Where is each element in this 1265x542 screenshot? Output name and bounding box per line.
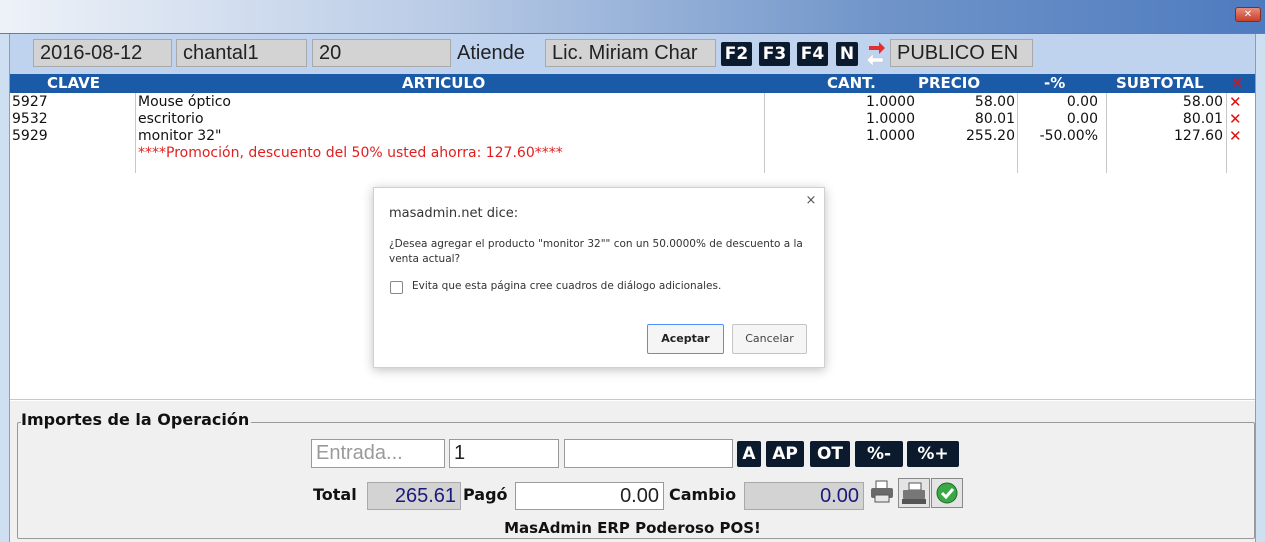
confirm-sale-icon[interactable]	[931, 478, 963, 508]
cell-discount: 0.00	[1066, 94, 1098, 110]
window-frame-right	[1255, 34, 1265, 542]
cell-subtotal: 127.60	[1174, 128, 1223, 144]
cambio-value: 0.00	[744, 482, 864, 510]
column-header-articulo: ARTICULO	[402, 74, 486, 92]
confirm-dialog: masadmin.net dice: × ¿Desea agregar el p…	[373, 187, 825, 368]
pago-input[interactable]: 0.00	[515, 482, 664, 510]
cell-subtotal: 58.00	[1182, 94, 1223, 110]
column-header-cant: CANT.	[827, 74, 876, 92]
ap-button[interactable]: AP	[766, 441, 804, 467]
cell-subtotal: 80.01	[1182, 111, 1223, 127]
f2-key-button[interactable]: F2	[721, 42, 752, 66]
f3-key-button[interactable]: F3	[759, 42, 790, 66]
table-row[interactable]: 5927 Mouse óptico 1.0000 58.00 0.00 58.0…	[10, 94, 1255, 111]
items-grid-header: CLAVE ARTICULO CANT. PRECIO -% SUBTOTAL …	[10, 74, 1255, 93]
total-label: Total	[313, 485, 357, 504]
attendant-field[interactable]: Lic. Miriam Char	[545, 39, 716, 67]
dialog-close-icon[interactable]: ×	[804, 194, 818, 208]
cash-register-icon[interactable]	[898, 478, 930, 508]
column-header-precio: PRECIO	[918, 74, 981, 92]
promo-message: ****Promoción, descuento del 50% usted a…	[138, 145, 563, 161]
date-field[interactable]: 2016-08-12	[33, 39, 172, 67]
column-header-subtotal: SUBTOTAL	[1116, 74, 1204, 92]
pago-label: Pagó	[463, 485, 508, 504]
a-button[interactable]: A	[737, 441, 761, 467]
dialog-message: ¿Desea agregar el producto "monitor 32""…	[389, 238, 803, 265]
swap-customer-icon[interactable]	[865, 38, 887, 68]
sale-header-bar: 2016-08-12 chantal1 20 Atiende Lic. Miri…	[10, 34, 1255, 74]
window-close-button[interactable]: ✕	[1235, 7, 1261, 22]
delete-row-icon[interactable]: ✕	[1229, 111, 1242, 128]
table-row[interactable]: 9532 escritorio 1.0000 80.01 0.00 80.01 …	[10, 111, 1255, 128]
print-icon[interactable]	[868, 478, 896, 506]
cell-cant: 1.0000	[866, 94, 915, 110]
cell-cant: 1.0000	[866, 111, 915, 127]
column-header-discount: -%	[1044, 74, 1066, 92]
ot-button[interactable]: OT	[810, 441, 850, 467]
delete-row-icon[interactable]: ✕	[1229, 94, 1242, 111]
cell-precio: 80.01	[974, 111, 1015, 127]
cell-discount: -50.00%	[1039, 128, 1098, 144]
cell-precio: 58.00	[974, 94, 1015, 110]
user-field[interactable]: chantal1	[176, 39, 307, 67]
suppress-dialogs-checkbox[interactable]	[390, 281, 403, 294]
attends-label: Atiende	[457, 42, 525, 64]
totals-group-title: Importes de la Operación	[21, 410, 252, 430]
cell-articulo: Mouse óptico	[138, 94, 231, 110]
cell-clave: 9532	[12, 111, 48, 127]
discount-plus-button[interactable]: %+	[907, 441, 959, 467]
cancel-button[interactable]: Cancelar	[732, 324, 807, 354]
cell-articulo: monitor 32"	[138, 128, 222, 144]
delete-row-icon[interactable]: ✕	[1229, 128, 1242, 145]
clear-all-icon[interactable]: ✕	[1231, 74, 1244, 93]
f4-key-button[interactable]: F4	[797, 42, 828, 66]
column-header-clave: CLAVE	[47, 74, 101, 92]
cell-clave: 5927	[12, 94, 48, 110]
new-key-button[interactable]: N	[836, 42, 858, 66]
total-value: 265.61	[367, 482, 461, 510]
cell-precio: 255.20	[966, 128, 1015, 144]
dialog-title: masadmin.net dice:	[389, 206, 519, 221]
footer-brand: MasAdmin ERP Poderoso POS!	[504, 519, 761, 537]
window-frame-left	[0, 34, 10, 542]
accept-button[interactable]: Aceptar	[647, 324, 724, 354]
ticket-number-field[interactable]: 20	[312, 39, 451, 67]
cell-articulo: escritorio	[138, 111, 204, 127]
cell-clave: 5929	[12, 128, 48, 144]
entrada-input[interactable]: Entrada...	[311, 439, 445, 468]
cambio-label: Cambio	[669, 485, 737, 504]
window-titlebar: ✕	[0, 0, 1265, 34]
customer-field[interactable]: PUBLICO EN	[890, 39, 1033, 67]
cell-cant: 1.0000	[866, 128, 915, 144]
promo-row: ****Promoción, descuento del 50% usted a…	[10, 145, 1255, 162]
quantity-input[interactable]: 1	[449, 439, 559, 468]
code-input[interactable]	[564, 439, 733, 468]
table-row[interactable]: 5929 monitor 32" 1.0000 255.20 -50.00% 1…	[10, 128, 1255, 145]
suppress-dialogs-label[interactable]: Evita que esta página cree cuadros de di…	[412, 280, 721, 293]
cell-discount: 0.00	[1066, 111, 1098, 127]
discount-minus-button[interactable]: %-	[855, 441, 903, 467]
